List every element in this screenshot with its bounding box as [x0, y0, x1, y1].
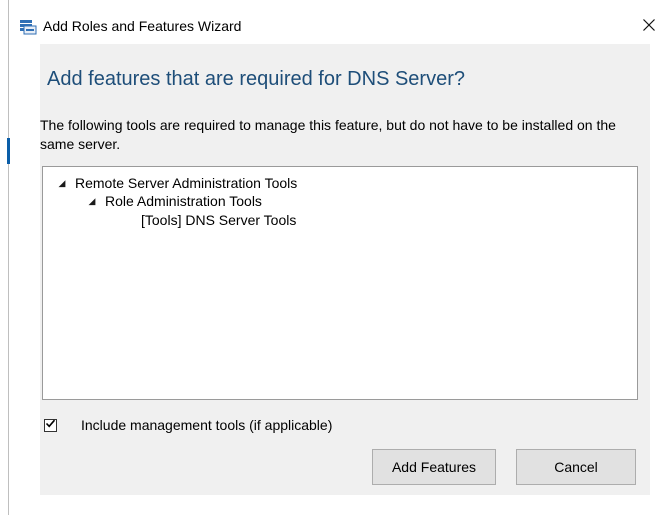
dialog-content: Add features that are required for DNS S…	[40, 44, 650, 495]
tree-item-role-admin-tools[interactable]: ◢ Role Administration Tools	[85, 192, 262, 210]
tree-item-label: [Tools] DNS Server Tools	[141, 212, 297, 228]
include-management-tools-option[interactable]: Include management tools (if applicable)	[44, 416, 332, 434]
dialog-heading: Add features that are required for DNS S…	[47, 68, 465, 90]
feature-tree[interactable]: ◢ Remote Server Administration Tools ◢ R…	[42, 166, 638, 400]
expand-arrow-icon[interactable]: ◢	[55, 178, 69, 189]
close-button[interactable]	[635, 14, 663, 40]
add-features-button[interactable]: Add Features	[372, 449, 496, 485]
wizard-window: Add Roles and Features Wizard Add featur…	[0, 0, 667, 515]
checkmark-icon	[45, 416, 56, 434]
dialog-description: The following tools are required to mana…	[40, 117, 616, 152]
tree-item-dns-server-tools[interactable]: [Tools] DNS Server Tools	[141, 211, 296, 229]
include-management-tools-label: Include management tools (if applicable)	[81, 417, 333, 433]
tree-item-label: Remote Server Administration Tools	[75, 175, 298, 191]
tree-item-label: Role Administration Tools	[105, 193, 262, 209]
window-edge	[8, 0, 9, 515]
close-icon	[642, 18, 656, 37]
expand-arrow-icon[interactable]: ◢	[85, 196, 99, 207]
server-wizard-icon	[19, 19, 37, 35]
title-bar[interactable]: Add Roles and Features Wizard	[9, 10, 667, 44]
background-accent-bar	[7, 138, 10, 164]
tree-item-remote-server-admin-tools[interactable]: ◢ Remote Server Administration Tools	[55, 174, 298, 192]
window-title: Add Roles and Features Wizard	[43, 18, 242, 34]
include-management-tools-checkbox[interactable]	[44, 416, 57, 434]
cancel-button[interactable]: Cancel	[516, 449, 636, 485]
